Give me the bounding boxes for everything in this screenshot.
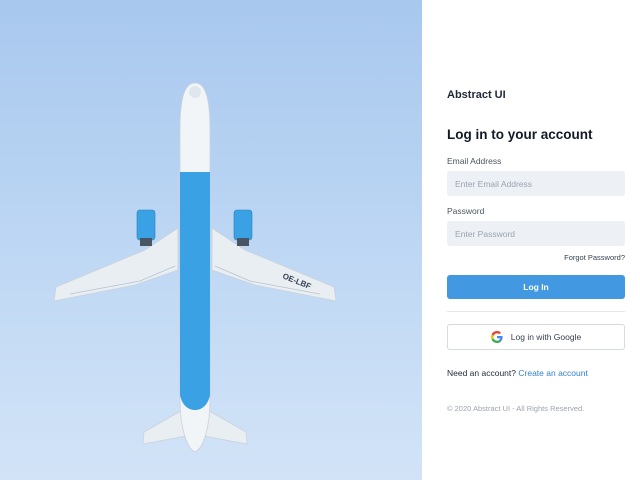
password-field[interactable] xyxy=(447,221,625,246)
signup-prompt-text: Need an account? xyxy=(447,368,516,378)
login-button[interactable]: Log In xyxy=(447,275,625,299)
password-label: Password xyxy=(447,206,485,216)
email-field[interactable] xyxy=(447,171,625,196)
brand-name: Abstract UI xyxy=(447,89,506,101)
forgot-password-link[interactable]: Forgot Password? xyxy=(564,253,625,262)
hero-image: OE-LBF xyxy=(0,0,422,480)
google-login-label: Log in with Google xyxy=(510,332,582,342)
airplane-illustration: OE-LBF xyxy=(53,82,337,453)
create-account-link[interactable]: Create an account xyxy=(518,368,587,378)
email-label: Email Address xyxy=(447,156,502,166)
copyright-text: © 2020 Abstract UI - All Rights Reserved… xyxy=(447,404,585,413)
divider xyxy=(447,311,625,312)
page-title: Log in to your account xyxy=(447,127,593,142)
login-panel: Abstract UI Log in to your account Email… xyxy=(422,0,640,480)
google-g-icon xyxy=(490,331,503,343)
signup-prompt: Need an account? Create an account xyxy=(447,368,588,378)
google-login-button[interactable]: Log in with Google xyxy=(447,324,625,350)
